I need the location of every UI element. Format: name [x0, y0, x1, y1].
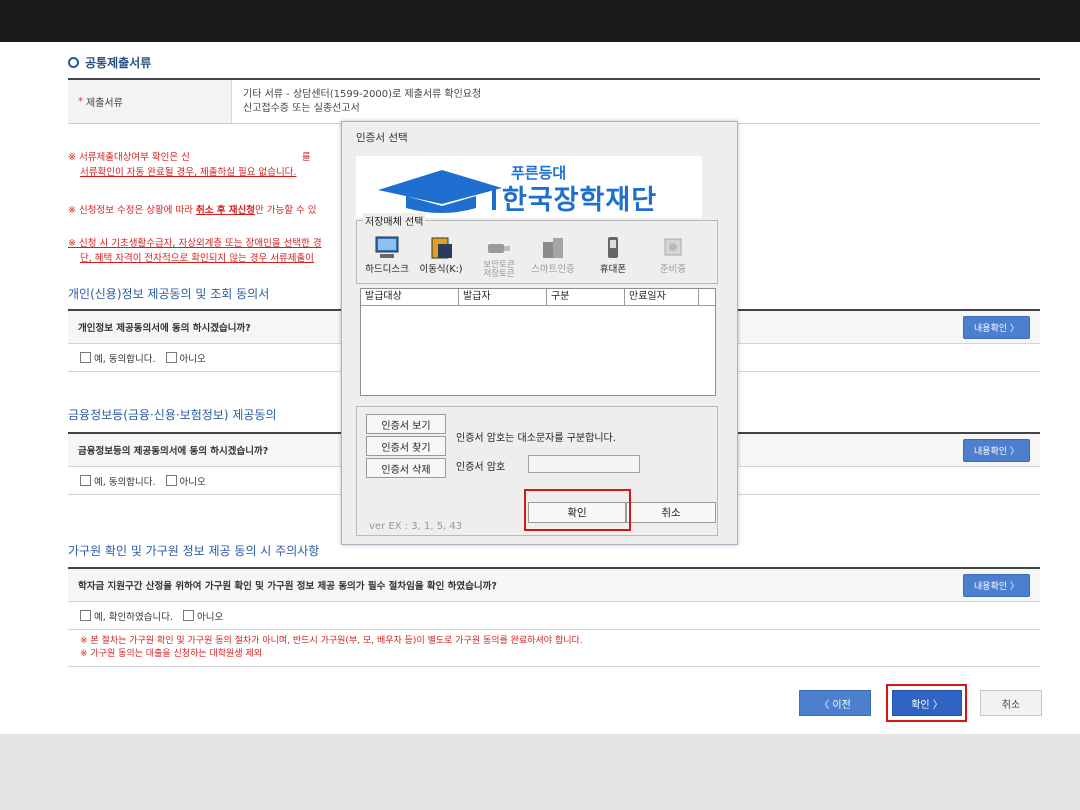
family-caution-2: ※ 가구원 동의는 대출을 신청하는 대학원생 제외	[80, 649, 263, 659]
personal-yes-checkbox[interactable]	[80, 352, 91, 363]
media-smart-auth-label: 스마트인증	[531, 264, 575, 275]
note-2: ※ 신청정보 수정은 상황에 따라 취소 후 재신청만 가능할 수 있	[68, 203, 317, 218]
note-3: ※ 신청 시 기초생활수급자, 자상외계층 또는 장애인을 선택한 경 단, 혜…	[68, 236, 322, 266]
media-preparing-label: 준비중	[659, 264, 687, 275]
financial-no-checkbox[interactable]	[165, 475, 177, 486]
note-2-b: 만 가능할 수 있	[255, 205, 317, 216]
personal-consent-question: 개인정보 제공동의서에 동의 하시겠습니까?	[78, 323, 251, 334]
kosaf-banner: 푸른등대 한국장학재단	[356, 156, 702, 218]
family-consent-box: 학자금 지원구간 산정을 위하여 가구원 확인 및 가구원 정보 제공 동의가 …	[68, 567, 1040, 667]
docs-row-label-text: 제출서류	[86, 98, 123, 109]
certificate-list-header: 발급대상 발급자 구분 만료일자	[361, 289, 715, 306]
page-cancel-button[interactable]: 취소	[980, 690, 1042, 716]
docs-row-value: 기타 서류 - 상담센터(1599-2000)로 제출서류 확인요청 신고접수증…	[243, 88, 481, 116]
find-cert-button[interactable]: 인증서 찾기	[366, 436, 446, 456]
family-consent-answer-row: 예, 확인하였습니다. 아니오	[68, 602, 1040, 630]
security-token-icon	[488, 244, 510, 253]
hard-disk-icon	[375, 236, 399, 258]
col-type[interactable]: 구분	[547, 289, 625, 305]
family-no-label[interactable]: 아니오	[197, 609, 223, 623]
family-yes-checkbox[interactable]	[80, 610, 91, 621]
delete-cert-button[interactable]: 인증서 삭제	[366, 458, 446, 478]
certificate-list[interactable]: 발급대상 발급자 구분 만료일자	[360, 288, 716, 396]
media-security-token-label: 보안토큰 저장토큰	[483, 260, 515, 279]
financial-no-label[interactable]: 아니오	[180, 474, 206, 488]
prev-button[interactable]: 〈 이전	[799, 690, 871, 716]
financial-yes-label[interactable]: 예, 동의합니다.	[94, 474, 156, 488]
note-2-a: ※ 신청정보 수정은 상황에 따라	[68, 205, 196, 216]
financial-consent-title: 금융정보등(금융·신용·보험정보) 제공동의	[68, 408, 277, 422]
personal-consent-title: 개인(신용)정보 제공동의 및 조회 동의서	[68, 287, 270, 301]
col-expiry[interactable]: 만료일자	[625, 289, 699, 305]
highlight-ok-frame	[524, 489, 631, 531]
family-no-checkbox[interactable]	[182, 610, 194, 621]
personal-no-label[interactable]: 아니오	[180, 351, 206, 365]
note-1-a: ※ 서류제출대상여부 확인은 신	[68, 152, 190, 163]
media-preparing: 준비중	[643, 235, 703, 275]
common-docs-title: 공통제출서류	[85, 56, 152, 70]
media-smart-auth: 스마트인증	[523, 235, 583, 275]
family-caution-1: ※ 본 절차는 가구원 확인 및 가구원 동의 절차가 아니며, 반드시 가구원…	[80, 636, 583, 646]
media-hard-disk[interactable]: 하드디스크	[357, 235, 417, 275]
financial-consent-question: 금융정보등의 제공동의서에 동의 하시겠습니까?	[78, 446, 269, 457]
highlight-next-frame	[886, 684, 967, 722]
smart-auth-icon	[543, 238, 563, 258]
dialog-title: 인증서 선택	[356, 132, 408, 144]
docs-line-1: 기타 서류 - 상담센터(1599-2000)로 제출서류 확인요청	[243, 89, 482, 100]
media-removable[interactable]: 이동식(K:)	[411, 235, 471, 275]
bullet-ring-icon	[68, 57, 79, 68]
removable-disk-icon	[431, 237, 452, 259]
preparing-icon	[664, 238, 682, 256]
family-caution-row: ※ 본 절차는 가구원 확인 및 가구원 동의 절차가 아니며, 반드시 가구원…	[68, 630, 1040, 667]
col-subject[interactable]: 발급대상	[361, 289, 459, 305]
media-mobile-label: 휴대폰	[599, 264, 627, 275]
note-3-line1: ※ 신청 시 기초생활수급자, 자상외계층 또는 장애인을 선택한 경	[68, 238, 322, 249]
media-hard-disk-label: 하드디스크	[365, 264, 409, 275]
family-consent-question-row: 학자금 지원구간 산정을 위하여 가구원 확인 및 가구원 정보 제공 동의가 …	[68, 569, 1040, 602]
family-consent-question: 학자금 지원구간 산정을 위하여 가구원 확인 및 가구원 정보 제공 동의가 …	[78, 581, 497, 592]
personal-no-checkbox[interactable]	[165, 352, 177, 363]
required-dot-icon: *	[78, 96, 83, 107]
family-yes-label[interactable]: 예, 확인하였습니다.	[94, 609, 173, 623]
graduation-cap-icon	[378, 170, 502, 213]
note-3-line2: 단, 혜택 자격이 전자적으로 확인되지 않는 경우 서류제출이	[80, 253, 314, 264]
media-group: 저장매체 선택 하드디스크 이동식(K:) 보안토큰 저장토큰 스마트인증 휴대…	[356, 213, 718, 284]
mobile-phone-icon	[608, 237, 618, 258]
view-cert-button[interactable]: 인증서 보기	[366, 414, 446, 434]
media-removable-label: 이동식(K:)	[419, 264, 463, 275]
password-case-note: 인증서 암호는 대소문자를 구분합니다.	[456, 433, 616, 444]
media-group-label: 저장매체 선택	[363, 213, 426, 228]
note-2-underlined: 취소 후 재신청	[195, 205, 256, 216]
dialog-cancel-button[interactable]: 취소	[626, 502, 716, 523]
docs-row-label: * 제출서류	[68, 80, 232, 123]
personal-detail-button[interactable]: 내용확인 〉	[963, 315, 1030, 339]
docs-line-2: 신고접수증 또는 실종선고서	[243, 103, 360, 114]
financial-detail-button[interactable]: 내용확인 〉	[963, 438, 1030, 462]
note-1-b: 를	[301, 152, 311, 163]
bottom-bar	[0, 734, 1080, 810]
common-docs-header: 공통제출서류	[68, 54, 151, 71]
top-bar	[0, 0, 1080, 42]
col-issuer[interactable]: 발급자	[459, 289, 547, 305]
note-1: ※ 서류제출대상여부 확인은 신 를 서류확인이 자동 완료될 경우, 제출하실 …	[68, 150, 311, 180]
media-mobile[interactable]: 휴대폰	[583, 235, 643, 275]
common-docs-table: * 제출서류 기타 서류 - 상담센터(1599-2000)로 제출서류 확인요청…	[68, 78, 1040, 124]
password-input[interactable]	[528, 455, 640, 473]
certificate-dialog: 인증서 선택 푸른등대 한국장학재단 저장매체 선택 하드디스크 이동식(K:)…	[341, 121, 738, 545]
banner-big-text: 한국장학재단	[502, 185, 658, 216]
media-security-token: 보안토큰 저장토큰	[469, 235, 529, 279]
note-1-line2: 서류확인이 자동 완료될 경우, 제출하실 필요 없습니다.	[80, 167, 297, 178]
personal-yes-label[interactable]: 예, 동의합니다.	[94, 351, 156, 365]
family-detail-button[interactable]: 내용확인 〉	[963, 573, 1030, 597]
password-label: 인증서 암호	[456, 462, 506, 473]
version-text: ver EX : 3, 1, 5, 43	[369, 521, 463, 532]
financial-yes-checkbox[interactable]	[80, 475, 91, 486]
family-consent-title: 가구원 확인 및 가구원 정보 제공 동의 시 주의사항	[68, 544, 320, 558]
